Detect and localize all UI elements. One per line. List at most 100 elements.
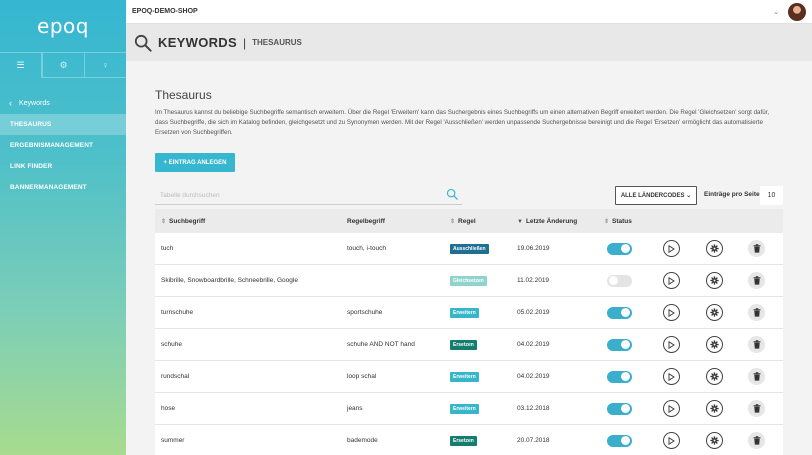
delete-button[interactable] xyxy=(748,400,765,417)
play-button[interactable] xyxy=(663,432,680,449)
status-toggle[interactable] xyxy=(607,274,632,287)
page-subtitle: THESAURUS xyxy=(252,38,302,47)
sort-icon: ⇕ xyxy=(604,218,610,225)
status-toggle[interactable] xyxy=(607,242,632,255)
rule-badge: Erweitern xyxy=(450,403,479,414)
status-toggle[interactable] xyxy=(607,306,632,319)
toggle-knob xyxy=(609,276,618,285)
cell-last-changed: 20.07.2018 xyxy=(517,437,550,444)
play-icon xyxy=(668,436,675,445)
cell-term: Skibrille, Snowboardbrille, Schneebrille… xyxy=(161,277,298,284)
rule-badge: Gleichsetzen xyxy=(450,275,487,286)
thesaurus-table: ⇕ Suchbegriff Regelbegriff ⇕ Regel ▼ Letzte… xyxy=(155,209,783,455)
cell-term: summer xyxy=(161,437,185,444)
header-status[interactable]: ⇕ Status xyxy=(604,218,632,225)
delete-button[interactable] xyxy=(748,432,765,449)
gear-icon xyxy=(710,244,719,253)
play-button[interactable] xyxy=(663,336,680,353)
cell-last-changed: 05.02.2019 xyxy=(517,309,550,316)
lightbulb-tab[interactable]: ♀ xyxy=(84,53,126,78)
toggle-knob xyxy=(621,308,630,317)
trash-icon xyxy=(753,372,760,381)
play-button[interactable] xyxy=(663,368,680,385)
toggle-knob xyxy=(621,372,630,381)
play-button[interactable] xyxy=(663,304,680,321)
delete-button[interactable] xyxy=(748,368,765,385)
cell-term: hose xyxy=(161,405,176,412)
play-button[interactable] xyxy=(663,400,680,417)
add-entry-button[interactable]: + EINTRAG ANLEGEN xyxy=(155,153,235,172)
gear-icon xyxy=(710,308,719,317)
header-last-changed[interactable]: ▼ Letzte Änderung xyxy=(517,218,577,225)
topbar: EPOQ-DEMO-SHOP ⌄ xyxy=(126,0,812,24)
status-toggle[interactable] xyxy=(607,338,632,351)
settings-button[interactable] xyxy=(706,272,723,289)
settings-button[interactable] xyxy=(706,336,723,353)
status-toggle[interactable] xyxy=(607,370,632,383)
chevron-down-icon[interactable]: ⌄ xyxy=(773,8,779,16)
epoq-logo[interactable]: epoq xyxy=(0,0,126,52)
settings-button[interactable] xyxy=(706,432,723,449)
settings-button[interactable] xyxy=(706,368,723,385)
table-row: turnschuhe sportschuhe Erweitern 05.02.2… xyxy=(155,297,783,329)
cell-term: rundschal xyxy=(161,373,190,380)
status-toggle[interactable] xyxy=(607,402,632,415)
cell-term: turnschuhe xyxy=(161,309,194,316)
play-icon xyxy=(668,244,675,253)
play-icon xyxy=(668,308,675,317)
table-row: tuch touch, i-touch Ausschließen 19.06.2… xyxy=(155,233,783,265)
settings-tab[interactable]: ⚙ xyxy=(42,53,84,78)
country-code-dropdown[interactable]: ALLE LÄNDERCODES ⌄ xyxy=(615,186,697,205)
play-icon xyxy=(668,276,675,285)
delete-button[interactable] xyxy=(748,304,765,321)
sidebar: epoq ☰ ⚙ ♀ ‹ Keywords THESAURUS ERGEBNIS… xyxy=(0,0,126,455)
rule-badge: Erweitern xyxy=(450,307,479,318)
cell-last-changed: 04.02.2019 xyxy=(517,341,550,348)
delete-button[interactable] xyxy=(748,336,765,353)
cell-last-changed: 11.02.2019 xyxy=(517,277,550,284)
avatar[interactable] xyxy=(788,2,806,21)
table-row: hose jeans Erweitern 03.12.2018 xyxy=(155,393,783,425)
sidebar-item-bannermanagement[interactable]: BANNERMANAGEMENT xyxy=(0,177,126,198)
page-header: KEYWORDS | THESAURUS xyxy=(126,24,812,61)
delete-button[interactable] xyxy=(748,240,765,257)
trash-icon xyxy=(753,244,760,253)
settings-button[interactable] xyxy=(706,240,723,257)
shop-name: EPOQ-DEMO-SHOP xyxy=(132,8,198,15)
trash-icon xyxy=(753,308,760,317)
sidebar-item-thesaurus[interactable]: THESAURUS xyxy=(0,114,126,135)
play-button[interactable] xyxy=(663,240,680,257)
cell-term: schuhe xyxy=(161,341,182,348)
header-term[interactable]: ⇕ Suchbegriff xyxy=(161,218,205,225)
entries-per-page-select[interactable]: 10 xyxy=(760,186,783,205)
sort-icon: ⇕ xyxy=(450,218,456,225)
rule-badge: Erweitern xyxy=(450,371,479,382)
cell-rule-term: sportschuhe xyxy=(347,309,383,316)
cell-rule-term: loop schal xyxy=(347,373,377,380)
sidebar-item-ergebnismanagement[interactable]: ERGEBNISMANAGEMENT xyxy=(0,135,126,156)
back-to-keywords[interactable]: ‹ Keywords xyxy=(0,92,126,114)
section-description: Im Thesaurus kannst du beliebige Suchbeg… xyxy=(155,109,770,136)
cell-last-changed: 03.12.2018 xyxy=(517,405,550,412)
table-body: tuch touch, i-touch Ausschließen 19.06.2… xyxy=(155,233,783,455)
rule-badge: Ersetzen xyxy=(450,339,477,350)
chevron-left-icon: ‹ xyxy=(9,98,12,108)
cell-term: tuch xyxy=(161,245,174,252)
cell-last-changed: 04.02.2019 xyxy=(517,373,550,380)
gear-icon xyxy=(710,372,719,381)
rule-badge: Ausschließen xyxy=(450,243,489,254)
delete-button[interactable] xyxy=(748,272,765,289)
search-icon[interactable] xyxy=(446,188,458,200)
play-icon xyxy=(668,372,675,381)
sidebar-item-link-finder[interactable]: LINK FINDER xyxy=(0,156,126,177)
cell-last-changed: 19.06.2019 xyxy=(517,245,550,252)
status-toggle[interactable] xyxy=(607,434,632,447)
header-rule[interactable]: ⇕ Regel xyxy=(450,218,476,225)
settings-button[interactable] xyxy=(706,304,723,321)
table-row: rundschal loop schal Erweitern 04.02.201… xyxy=(155,361,783,393)
rule-badge: Ersetzen xyxy=(450,435,477,446)
menu-tab[interactable]: ☰ xyxy=(0,53,42,78)
play-button[interactable] xyxy=(663,272,680,289)
settings-button[interactable] xyxy=(706,400,723,417)
search-input[interactable]: Tabelle durchsuchen xyxy=(155,186,462,205)
